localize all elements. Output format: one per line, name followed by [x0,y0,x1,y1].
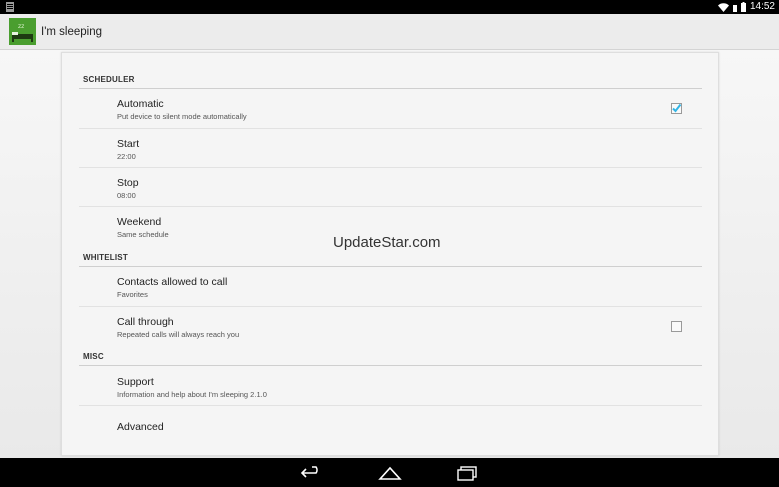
pref-title: Advanced [117,421,164,433]
pref-stop[interactable]: Stop 08:00 [79,168,702,207]
app-title: I'm sleeping [41,25,103,38]
pref-summary: Favorites [117,290,148,299]
action-bar: zz I'm sleeping [0,14,779,50]
notification-icon [6,2,14,12]
check-icon [672,103,682,113]
pref-contacts-allowed[interactable]: Contacts allowed to call Favorites [79,268,702,307]
pref-title: Contacts allowed to call [117,276,228,288]
section-header-misc: MISC [83,352,104,361]
battery-icon [740,2,746,12]
pref-title: Call through [117,316,174,328]
pref-title: Automatic [117,98,164,110]
item-divider [79,206,702,207]
pref-summary: Information and help about I'm sleeping … [117,390,267,399]
pref-title: Support [117,376,154,388]
pref-title: Start [117,138,140,150]
status-icons: 14:52 [717,0,775,14]
section-divider [79,88,702,89]
pref-call-through[interactable]: Call through Repeated calls will always … [79,307,702,346]
signal-icon [732,4,737,12]
status-time: 14:52 [749,1,775,12]
section-header-scheduler: SCHEDULER [83,75,135,84]
status-bar: 14:52 [0,0,779,14]
pref-summary: 08:00 [117,191,136,200]
navigation-bar [0,458,779,487]
preferences-card: SCHEDULER Automatic Put device to silent… [61,52,719,456]
pref-summary: 22:00 [117,152,136,161]
pref-title: Stop [117,177,139,189]
svg-text:zz: zz [18,23,24,30]
section-header-whitelist: WHITELIST [83,253,128,262]
watermark-text: UpdateStar.com [333,234,441,251]
section-divider [79,266,702,267]
section-divider [79,365,702,366]
pref-summary: Put device to silent mode automatically [117,112,247,121]
pref-summary: Repeated calls will always reach you [117,330,240,339]
call-through-checkbox[interactable] [671,321,682,332]
sleeping-bed-icon[interactable]: zz [9,18,36,45]
pref-summary: Same schedule [117,230,169,239]
item-divider [79,405,702,406]
recent-apps-icon[interactable] [456,465,480,481]
home-icon[interactable] [378,465,402,481]
pref-advanced[interactable]: Advanced [79,407,702,446]
pref-support[interactable]: Support Information and help about I'm s… [79,367,702,406]
pref-title: Weekend [117,216,162,228]
back-icon[interactable] [300,465,324,481]
automatic-checkbox[interactable] [671,103,682,114]
wifi-icon [717,2,729,12]
pref-start[interactable]: Start 22:00 [79,129,702,168]
pref-automatic[interactable]: Automatic Put device to silent mode auto… [79,90,702,129]
